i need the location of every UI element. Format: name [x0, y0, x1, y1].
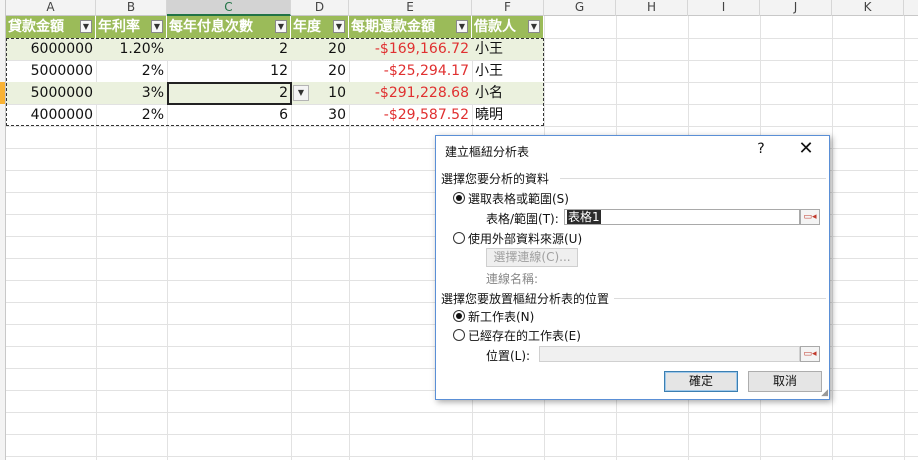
section-location: 選擇您要放置樞紐分析表的位置: [441, 292, 610, 306]
resize-grip-icon[interactable]: ◢: [821, 388, 828, 398]
table-cell[interactable]: 小王: [472, 60, 544, 82]
table-header-annual-rate[interactable]: 年利率 ▼: [96, 16, 167, 38]
location-select-icon[interactable]: ▭◂: [800, 346, 820, 362]
section-divider: [560, 178, 826, 179]
gridline: [6, 126, 918, 127]
header-label: 每期還款金額: [351, 19, 435, 35]
cancel-button[interactable]: 取消: [748, 371, 822, 392]
table-cell[interactable]: 小王: [472, 38, 544, 60]
radio-new-worksheet[interactable]: [453, 310, 465, 322]
option-select-range-label[interactable]: 選取表格或範圍(S): [468, 190, 569, 207]
table-cell[interactable]: 20: [291, 60, 349, 82]
column-header-a[interactable]: A: [6, 0, 96, 16]
option-existing-worksheet-label[interactable]: 已經存在的工作表(E): [468, 327, 581, 344]
table-cell[interactable]: 4000000: [6, 104, 96, 126]
column-header-d[interactable]: D: [291, 0, 349, 16]
table-cell[interactable]: 2%: [96, 60, 167, 82]
column-header-h[interactable]: H: [616, 0, 688, 16]
column-header-bar: A B C D E F G H I J K: [0, 0, 918, 16]
active-cell-border: [167, 82, 292, 105]
table-cell[interactable]: 5000000: [6, 60, 96, 82]
column-header-c[interactable]: C: [167, 0, 291, 16]
table-cell[interactable]: 5000000: [6, 82, 96, 104]
filter-dropdown-icon[interactable]: ▼: [456, 20, 468, 33]
table-cell[interactable]: 2%: [96, 104, 167, 126]
table-cell[interactable]: -$291,228.68: [349, 82, 472, 104]
radio-existing-worksheet[interactable]: [453, 329, 465, 341]
connection-name-label: 連線名稱:: [486, 272, 539, 286]
ok-button[interactable]: 確定: [664, 371, 738, 392]
range-select-icon[interactable]: ▭◂: [800, 209, 820, 225]
table-header-payment[interactable]: 每期還款金額 ▼: [349, 16, 472, 38]
table-header-loan-amount[interactable]: 貸款金額 ▼: [6, 16, 96, 38]
option-external-source-label[interactable]: 使用外部資料來源(U): [468, 230, 582, 247]
range-input-value: 表格1: [567, 210, 601, 224]
section-data-source: 選擇您要分析的資料: [441, 172, 550, 186]
dialog-title: 建立樞紐分析表: [445, 145, 530, 159]
range-input[interactable]: 表格1: [564, 209, 800, 225]
gridline: [6, 412, 918, 413]
header-label: 借款人: [474, 19, 516, 35]
table-cell[interactable]: -$169,166.72: [349, 38, 472, 60]
gridline: [6, 456, 918, 457]
filter-dropdown-icon[interactable]: ▼: [333, 20, 345, 33]
table-cell[interactable]: 1.20%: [96, 38, 167, 60]
filter-dropdown-icon[interactable]: ▼: [80, 20, 92, 33]
header-label: 每年付息次數: [169, 19, 253, 35]
table-cell[interactable]: 3%: [96, 82, 167, 104]
spreadsheet[interactable]: A B C D E F G H I J K 貸款金額 ▼ 年利率 ▼ 每年付息次…: [0, 0, 918, 460]
radio-select-range[interactable]: [453, 192, 465, 204]
table-header-payments-per-year[interactable]: 每年付息次數 ▼: [167, 16, 291, 38]
cell-dropdown-icon[interactable]: ▼: [293, 85, 309, 101]
table-cell[interactable]: 2: [167, 38, 291, 60]
column-header-j[interactable]: J: [760, 0, 832, 16]
help-icon[interactable]: ?: [753, 141, 769, 157]
table-cell[interactable]: 小名: [472, 82, 544, 104]
filter-dropdown-icon[interactable]: ▼: [528, 20, 540, 33]
table-cell[interactable]: 6000000: [6, 38, 96, 60]
table-cell[interactable]: 20: [291, 38, 349, 60]
header-label: 年度: [293, 19, 321, 35]
table-cell[interactable]: 曉明: [472, 104, 544, 126]
table-header-borrower[interactable]: 借款人 ▼: [472, 16, 544, 38]
column-header-f[interactable]: F: [472, 0, 544, 16]
option-new-worksheet-label[interactable]: 新工作表(N): [468, 308, 534, 325]
filter-dropdown-icon[interactable]: ▼: [275, 20, 287, 33]
radio-external-source[interactable]: [453, 232, 465, 244]
section-divider: [614, 298, 826, 299]
table-cell[interactable]: -$29,587.52: [349, 104, 472, 126]
table-cell[interactable]: 6: [167, 104, 291, 126]
column-header-g[interactable]: G: [544, 0, 616, 16]
table-header-years[interactable]: 年度 ▼: [291, 16, 349, 38]
column-header-i[interactable]: I: [688, 0, 760, 16]
close-icon[interactable]: ✕: [796, 139, 816, 159]
filter-dropdown-icon[interactable]: ▼: [151, 20, 163, 33]
header-label: 貸款金額: [8, 19, 64, 35]
column-header-b[interactable]: B: [96, 0, 167, 16]
row-header-rest[interactable]: [0, 126, 6, 460]
table-cell[interactable]: -$25,294.17: [349, 60, 472, 82]
table-cell[interactable]: 30: [291, 104, 349, 126]
header-label: 年利率: [98, 19, 140, 35]
location-label: 位置(L):: [486, 349, 531, 363]
range-label: 表格/範圍(T):: [486, 212, 559, 226]
table-cell[interactable]: 12: [167, 60, 291, 82]
choose-connection-button[interactable]: 選擇連線(C)...: [486, 248, 578, 267]
create-pivottable-dialog: 建立樞紐分析表 ? ✕ 選擇您要分析的資料 選取表格或範圍(S) 表格/範圍(T…: [435, 135, 830, 400]
location-input[interactable]: [539, 346, 800, 362]
column-header-e[interactable]: E: [349, 0, 472, 16]
gridline: [6, 434, 918, 435]
column-header-k[interactable]: K: [832, 0, 904, 16]
